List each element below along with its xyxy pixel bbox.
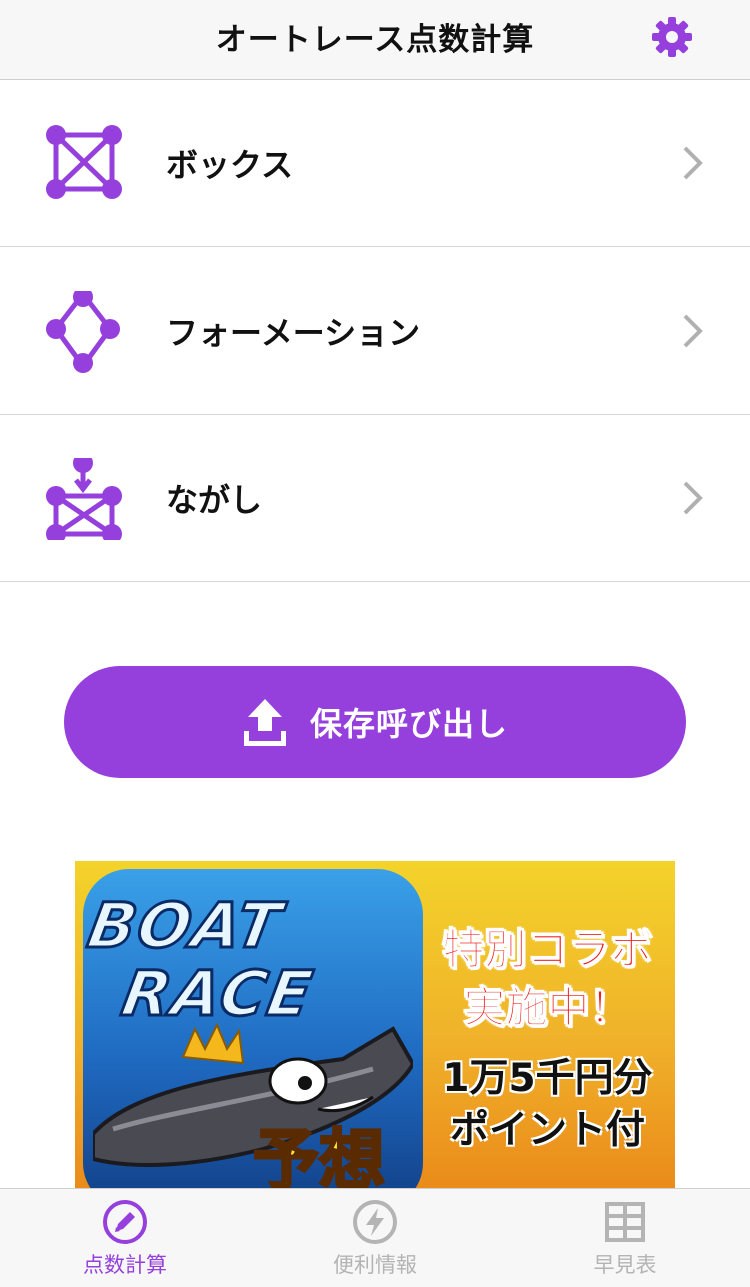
load-saved-button[interactable]: 保存呼び出し (64, 666, 686, 778)
nagashi-bet-icon (46, 458, 122, 540)
tab-quick-table[interactable]: 早見表 (500, 1189, 750, 1287)
tab-bar: 点数計算 便利情報 早見表 (0, 1188, 750, 1287)
page-title: オートレース点数計算 (215, 22, 535, 58)
box-bet-icon (46, 125, 122, 199)
grid-table-icon (605, 1202, 645, 1242)
ad-collab-line1: 特別コラボ (442, 925, 653, 975)
gear-icon (652, 17, 692, 57)
ad-points-line2: ポイント付 (449, 1108, 645, 1153)
settings-button[interactable] (648, 13, 696, 61)
tab-useful-info[interactable]: 便利情報 (250, 1189, 500, 1287)
upload-icon (243, 699, 286, 746)
menu-item-box[interactable]: ボックス (0, 80, 750, 247)
menu-item-label: ながし (166, 481, 263, 519)
ad-points-line1: 1万5千円分 (442, 1056, 653, 1101)
ad-collab-line2: 実施中！ (463, 983, 632, 1033)
header-bar: オートレース点数計算 (0, 0, 750, 80)
ad-banner[interactable]: BOAT RACE 予想 特別コラボ 実施中！ 1万5千円分 ポイント付 (75, 861, 675, 1188)
tab-calculation[interactable]: 点数計算 (0, 1189, 250, 1287)
tab-label: 点数計算 (83, 1253, 167, 1277)
ad-boat-text: BOAT (83, 888, 289, 964)
chevron-right-icon (683, 481, 703, 515)
lightning-icon (353, 1200, 397, 1244)
load-saved-label: 保存呼び出し (309, 705, 508, 743)
menu-item-label: ボックス (166, 146, 294, 184)
menu-item-formation[interactable]: フォーメーション (0, 248, 750, 415)
ad-yosou-text: 予想 (252, 1121, 387, 1189)
ad-text-block: 特別コラボ 実施中！ 1万5千円分 ポイント付 (420, 921, 675, 1157)
formation-bet-icon (46, 291, 120, 373)
chevron-right-icon (683, 146, 703, 180)
menu-item-label: フォーメーション (166, 314, 421, 352)
chevron-right-icon (683, 314, 703, 348)
menu-item-nagashi[interactable]: ながし (0, 415, 750, 582)
pencil-icon (103, 1200, 147, 1244)
tab-label: 早見表 (593, 1253, 657, 1277)
tab-label: 便利情報 (333, 1253, 417, 1277)
ad-app-icon: BOAT RACE 予想 (83, 869, 423, 1188)
